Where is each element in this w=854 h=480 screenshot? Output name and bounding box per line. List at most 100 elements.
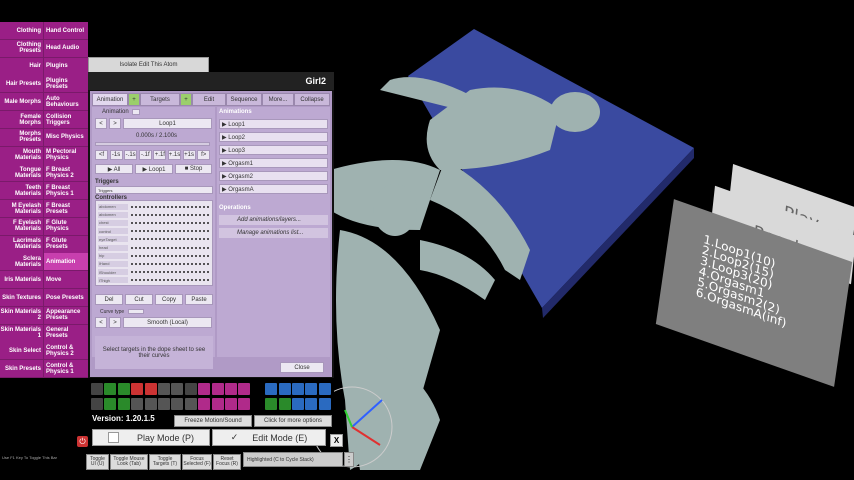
play-mode-checkbox[interactable] — [107, 432, 119, 443]
category-item-left[interactable]: F Eyelash Materials — [0, 217, 43, 235]
tool-icon[interactable] — [104, 383, 117, 395]
category-item-left[interactable]: Skin Materials 1 — [0, 324, 43, 342]
focus-selected-button[interactable]: Focus Selected (F) — [182, 454, 212, 470]
loop-select[interactable]: Loop1 — [123, 118, 212, 129]
keyframe-dots[interactable] — [130, 213, 210, 216]
category-item-left[interactable]: Sclera Materials — [0, 253, 43, 271]
tool-icon[interactable] — [292, 383, 304, 395]
toggle-ui-button[interactable]: Toggle UI (U) — [86, 454, 109, 470]
tool-icon[interactable] — [198, 398, 211, 410]
tab-animation[interactable]: Animation — [92, 93, 128, 106]
more-dots-icon[interactable]: ⋮ — [344, 452, 354, 467]
category-item-left[interactable]: Tongue Materials — [0, 164, 43, 182]
tool-icon[interactable] — [117, 383, 130, 395]
keyframe-dots[interactable] — [130, 221, 210, 224]
tool-icon[interactable] — [158, 383, 170, 395]
next-animation-button[interactable]: > — [109, 118, 121, 129]
scrub-button[interactable]: +.1f — [153, 150, 167, 160]
highlighted-stack[interactable]: Highlighted (C to Cycle Stack) — [243, 452, 343, 467]
scrub-button[interactable]: <f — [95, 150, 108, 160]
category-item-right[interactable]: Auto Behaviours — [44, 93, 88, 111]
controller-row[interactable]: abdomen — [98, 203, 210, 210]
category-item-right[interactable]: F Breast Presets — [44, 200, 88, 217]
scrub-button[interactable]: -.1s — [124, 150, 138, 160]
category-item-right[interactable]: Plugins Presets — [44, 75, 88, 93]
tool-icon[interactable] — [211, 398, 224, 410]
tool-icon[interactable] — [131, 383, 144, 395]
category-item-right[interactable]: Hand Control — [44, 22, 88, 39]
tool-icon[interactable] — [305, 383, 318, 395]
reset-focus-button[interactable]: Reset Focus (R) — [213, 454, 241, 470]
keyframe-dots[interactable] — [130, 205, 210, 208]
toggle-mouse-look-button[interactable]: Toggle Mouse Look (Tab) — [110, 454, 148, 470]
tab-animation-add[interactable]: + — [128, 93, 140, 106]
keyframe-dots[interactable] — [130, 238, 210, 241]
tool-icon[interactable] — [278, 398, 291, 410]
tool-icon[interactable] — [117, 398, 130, 410]
category-item-right[interactable]: General Presets — [44, 324, 88, 342]
add-animations-link[interactable]: Add animations/layers... — [219, 215, 328, 225]
category-item-right[interactable]: Collision Triggers — [44, 111, 88, 128]
category-item-left[interactable]: Morphs Presets — [0, 128, 43, 146]
keyframe-dots[interactable] — [130, 279, 210, 282]
curve-next-button[interactable]: > — [109, 317, 121, 328]
keyframe-dots[interactable] — [130, 262, 210, 265]
scrub-button[interactable]: f> — [197, 150, 211, 160]
tool-icon[interactable] — [318, 398, 331, 410]
category-item-right[interactable]: Appearance Presets — [44, 306, 88, 324]
animation-item-loop2[interactable]: ▶ Loop2 — [219, 132, 328, 142]
animation-toggle[interactable] — [132, 109, 140, 115]
keyframe-dots[interactable] — [130, 271, 210, 274]
category-item-right[interactable]: M Pectoral Physics — [44, 146, 88, 164]
tool-icon[interactable] — [171, 398, 184, 410]
curve-type-select[interactable]: Smooth (Local) — [123, 317, 212, 328]
copy-key-button[interactable]: Copy — [155, 294, 183, 305]
category-item-right[interactable]: F Breast Physics 1 — [44, 182, 88, 200]
more-options-button[interactable]: Click for more options — [254, 415, 332, 427]
category-item-left[interactable]: Male Morphs — [0, 93, 43, 111]
category-item-left[interactable]: Skin Presets — [0, 360, 43, 378]
tab-more[interactable]: More... — [262, 93, 294, 106]
category-item-left[interactable]: Female Morphs — [0, 111, 43, 128]
toggle-targets-button[interactable]: Toggle Targets (T) — [149, 454, 181, 470]
category-item-right[interactable]: F Glute Physics — [44, 217, 88, 235]
controller-row[interactable]: lHand — [98, 260, 210, 267]
tool-icon[interactable] — [265, 383, 278, 395]
scrub-button[interactable]: -1s — [109, 150, 123, 160]
isolate-edit-button[interactable]: Isolate Edit This Atom — [88, 57, 209, 73]
tab-targets-add[interactable]: + — [180, 93, 192, 106]
category-item-right[interactable]: Plugins — [44, 57, 88, 75]
controller-row[interactable]: lShoulder — [98, 269, 210, 276]
keyframe-dots[interactable] — [130, 254, 210, 257]
category-item-right[interactable]: Misc Physics — [44, 128, 88, 146]
category-item-right[interactable]: Pose Presets — [44, 289, 88, 306]
tool-icon[interactable] — [318, 383, 331, 395]
category-item-right[interactable]: Head Audio — [44, 39, 88, 57]
category-item-left[interactable]: Teeth Materials — [0, 182, 43, 200]
category-item-right[interactable]: F Glute Presets — [44, 235, 88, 253]
controller-row[interactable]: lThigh — [98, 277, 210, 284]
tool-icon[interactable] — [131, 398, 144, 410]
tab-collapse[interactable]: Collapse — [294, 93, 330, 106]
category-item-right[interactable]: F Breast Physics 2 — [44, 164, 88, 182]
category-item-left[interactable]: Hair Presets — [0, 75, 43, 93]
tool-icon[interactable] — [171, 383, 184, 395]
cut-key-button[interactable]: Cut — [125, 294, 153, 305]
controller-row[interactable]: abdomen — [98, 211, 210, 218]
category-item-right[interactable]: Control & Physics 2 — [44, 342, 88, 360]
scrubber[interactable] — [95, 142, 210, 146]
curve-type-toggle[interactable] — [128, 309, 144, 314]
power-icon[interactable]: ⏻ — [77, 436, 88, 447]
controller-row[interactable]: hip — [98, 252, 210, 259]
play-all-button[interactable]: ▶ All — [95, 164, 133, 174]
manage-animations-link[interactable]: Manage animations list... — [219, 228, 328, 238]
tool-icon[interactable] — [238, 398, 251, 410]
category-item-left[interactable]: Clothing Presets — [0, 39, 43, 57]
category-item-left[interactable]: Skin Select — [0, 342, 43, 360]
tool-icon[interactable] — [91, 398, 103, 410]
triggers-row[interactable]: Triggers — [95, 186, 213, 194]
category-item-left[interactable]: Lacrimals Materials — [0, 235, 43, 253]
controller-row[interactable]: control — [98, 228, 210, 235]
paste-key-button[interactable]: Paste — [185, 294, 213, 305]
keyframe-dots[interactable] — [130, 246, 210, 249]
